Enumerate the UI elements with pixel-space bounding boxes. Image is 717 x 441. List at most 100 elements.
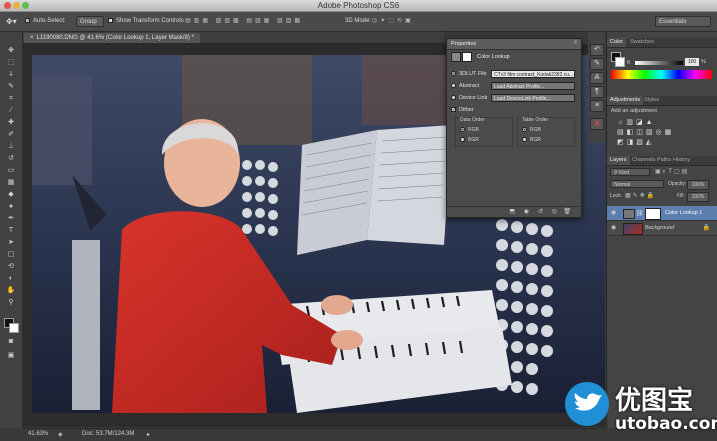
eyedropper-tool-icon[interactable]: ⁄ (6, 106, 16, 115)
lut-row-devicelink[interactable]: Device Link (451, 93, 487, 103)
k-value-input[interactable]: 100 (685, 58, 699, 66)
show-transform-checkbox[interactable] (108, 16, 116, 27)
adjustment-icons-row-3[interactable]: ◩◨▧◭ (617, 138, 654, 146)
background-color-swatch[interactable] (9, 323, 19, 333)
layer-mask-thumb[interactable] (645, 208, 661, 220)
auto-select-checkbox[interactable]: ✓ (25, 16, 33, 27)
layer-filter-dropdown[interactable]: ⚲ Kind (610, 168, 650, 176)
devicelink-radio[interactable] (451, 95, 456, 101)
blur-tool-icon[interactable]: ◆ (6, 190, 16, 199)
abstract-dropdown[interactable]: Load Abstract Profile... (491, 82, 575, 90)
clone-stamp-tool-icon[interactable]: ⊥ (6, 142, 16, 151)
layer-row-background[interactable]: ◉ Background 🔒 (607, 221, 717, 236)
visibility-eye-icon[interactable]: ◉ (611, 209, 616, 216)
rectangle-tool-icon[interactable]: ▢ (6, 250, 16, 259)
history-panel-icon[interactable]: ↶ (590, 44, 604, 56)
eraser-tool-icon[interactable]: ▭ (6, 166, 16, 175)
tab-history[interactable]: History (670, 156, 693, 165)
visibility-eye-icon[interactable]: ◎ (552, 208, 557, 215)
layer-filter-icons[interactable]: ▣◐T▢▤ (655, 168, 689, 175)
3dlut-radio[interactable] (451, 71, 456, 77)
properties-panel-icon[interactable]: ≡ (590, 100, 604, 112)
character-panel-icon[interactable]: A (590, 72, 604, 84)
delete-icon[interactable]: 🗑 (563, 208, 571, 215)
clip-to-layer-icon[interactable]: ⬒ (509, 208, 515, 215)
lut-row-abstract[interactable]: Abstract (451, 81, 479, 91)
x-panel-icon[interactable]: ✕ (590, 118, 604, 130)
dither-checkbox[interactable]: ✓ (451, 107, 456, 113)
3d-camera-tool-icon[interactable]: ◐ (6, 274, 16, 283)
data-order-bgr[interactable]: BGR (460, 137, 479, 143)
tab-color[interactable]: Color (607, 38, 627, 47)
crop-tool-icon[interactable]: ⌗ (6, 94, 16, 103)
lock-icons[interactable]: ▦✎✥🔒 (625, 192, 656, 199)
devicelink-dropdown[interactable]: Load DeviceLink Profile... (491, 94, 575, 102)
lut-row-3dlut[interactable]: 3DLUT File (451, 69, 487, 79)
watermark-logo: 优图宝 utobao.com (565, 378, 717, 440)
pen-tool-icon[interactable]: ✒ (6, 214, 16, 223)
workspace-switcher[interactable]: Essentials (655, 16, 711, 27)
align-buttons-group[interactable]: ▤▥▦ ▧▨▩ ▤▥▦ ▧▨▩ (185, 16, 303, 27)
path-select-tool-icon[interactable]: ➤ (6, 238, 16, 247)
brush-tool-icon[interactable]: ✐ (6, 130, 16, 139)
adjustment-icons-row-2[interactable]: ▤◧◫▨◎▦ (617, 128, 674, 136)
lasso-tool-icon[interactable]: ↆ (6, 70, 16, 79)
color-bg-swatch[interactable] (615, 57, 625, 67)
screen-mode-icon[interactable]: ▣ (6, 351, 16, 360)
app-title: Adobe Photoshop CS6 (317, 1, 400, 10)
document-tab[interactable]: × L1190080.DNG @ 41.6% (Color Lookup 1, L… (24, 33, 200, 43)
tab-swatches[interactable]: Swatches (627, 38, 657, 47)
blend-mode-dropdown[interactable]: Normal (610, 180, 664, 188)
table-order-rgb[interactable]: RGB (522, 127, 541, 133)
panel-menu-icon[interactable]: ≡ (573, 40, 577, 46)
brush-panel-icon[interactable]: ✎ (590, 58, 604, 70)
3d-mode-icons[interactable]: ◎✦⬚⟲▣ (372, 16, 414, 27)
3d-rotate-tool-icon[interactable]: ⟲ (6, 262, 16, 271)
properties-header[interactable]: Properties ≡ (447, 39, 581, 50)
abstract-label: Abstract (459, 83, 480, 89)
tab-close-icon[interactable]: × (30, 35, 34, 41)
data-order-rgb[interactable]: RGB (460, 127, 479, 133)
opacity-input[interactable]: 100% (687, 180, 709, 190)
visibility-eye-icon[interactable]: ◉ (611, 224, 616, 231)
fill-input[interactable]: 100% (687, 192, 709, 202)
dodge-tool-icon[interactable]: ● (6, 202, 16, 211)
paragraph-panel-icon[interactable]: ¶ (590, 86, 604, 98)
view-previous-icon[interactable]: ◉ (524, 208, 529, 215)
zoom-tool-icon[interactable]: ⚲ (6, 298, 16, 307)
adjustments-hint: Add an adjustment (611, 108, 657, 114)
tab-adjustments[interactable]: Adjustments (607, 96, 644, 105)
type-tool-icon[interactable]: T (6, 226, 16, 235)
status-menu-arrow-icon[interactable]: ▸ (147, 431, 150, 438)
move-tool-icon[interactable]: ✥ (6, 46, 16, 55)
quick-select-tool-icon[interactable]: ✎ (6, 82, 16, 91)
color-ramp[interactable] (611, 70, 712, 79)
table-order-bgr[interactable]: BGR (522, 137, 541, 143)
link-icon[interactable]: ⛓ (636, 210, 644, 217)
title-bar: Adobe Photoshop CS6 (0, 0, 717, 12)
zoom-level[interactable]: 41.63% (28, 431, 48, 437)
marquee-tool-icon[interactable]: ⬚ (6, 58, 16, 67)
tab-styles[interactable]: Styles (641, 96, 662, 105)
status-icon[interactable]: ◈ (58, 431, 63, 438)
3dlut-label: 3DLUT File (459, 71, 487, 77)
layer-row-color-lookup[interactable]: ◉ ⛓ Color Lookup 1 (607, 206, 717, 221)
reset-icon[interactable]: ↺ (538, 208, 543, 215)
quick-mask-icon[interactable]: ◙ (6, 337, 16, 346)
table-order-label: Table Order (522, 117, 549, 123)
hand-tool-icon[interactable]: ✋ (6, 286, 16, 295)
3dlut-dropdown[interactable]: CTv3 film contrast_Kodak2392.cu... (491, 70, 575, 78)
mask-icon[interactable] (462, 52, 472, 62)
abstract-radio[interactable] (451, 83, 456, 89)
k-slider[interactable] (635, 61, 683, 65)
k-unit: % (701, 59, 706, 65)
watermark-url: utobao.com (615, 414, 717, 434)
history-brush-tool-icon[interactable]: ↺ (6, 154, 16, 163)
tab-layers[interactable]: Layers (607, 156, 630, 165)
move-tool-icon[interactable]: ✥▾ (6, 16, 17, 27)
dither-row[interactable]: ✓ Dither (451, 105, 474, 115)
healing-brush-tool-icon[interactable]: ✚ (6, 118, 16, 127)
auto-select-dropdown[interactable]: Group (76, 16, 104, 27)
gradient-tool-icon[interactable]: ▦ (6, 178, 16, 187)
adjustment-icons-row-1[interactable]: ☼▥◪▲ (617, 118, 656, 126)
